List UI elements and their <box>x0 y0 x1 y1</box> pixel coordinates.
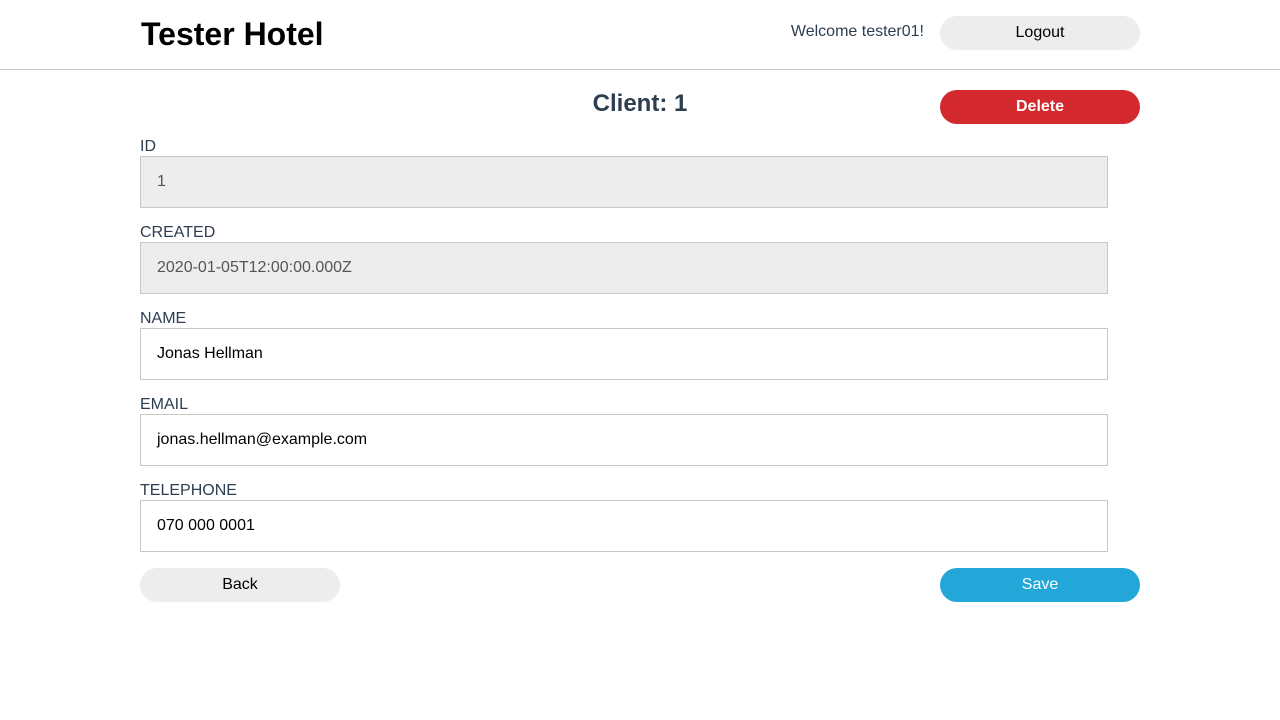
telephone-field[interactable]: 070 000 0001 <box>140 500 1108 552</box>
created-field: 2020-01-05T12:00:00.000Z <box>140 242 1108 294</box>
created-label: CREATED <box>140 224 216 241</box>
name-label: NAME <box>140 310 187 327</box>
name-field[interactable]: Jonas Hellman <box>140 328 1108 380</box>
header-bar: Tester Hotel Welcome tester01! Logout <box>0 0 1280 70</box>
save-button[interactable]: Save <box>940 568 1140 602</box>
id-field: 1 <box>140 156 1108 208</box>
back-button[interactable]: Back <box>140 568 340 602</box>
brand-title: Tester Hotel <box>141 16 324 52</box>
delete-button[interactable]: Delete <box>940 90 1140 124</box>
email-label: EMAIL <box>140 396 189 413</box>
id-label: ID <box>140 138 156 155</box>
welcome-text: Welcome tester01! <box>790 23 924 40</box>
telephone-label: TELEPHONE <box>140 482 237 499</box>
email-field[interactable]: jonas.hellman@example.com <box>140 414 1108 466</box>
logout-button[interactable]: Logout <box>940 16 1140 50</box>
